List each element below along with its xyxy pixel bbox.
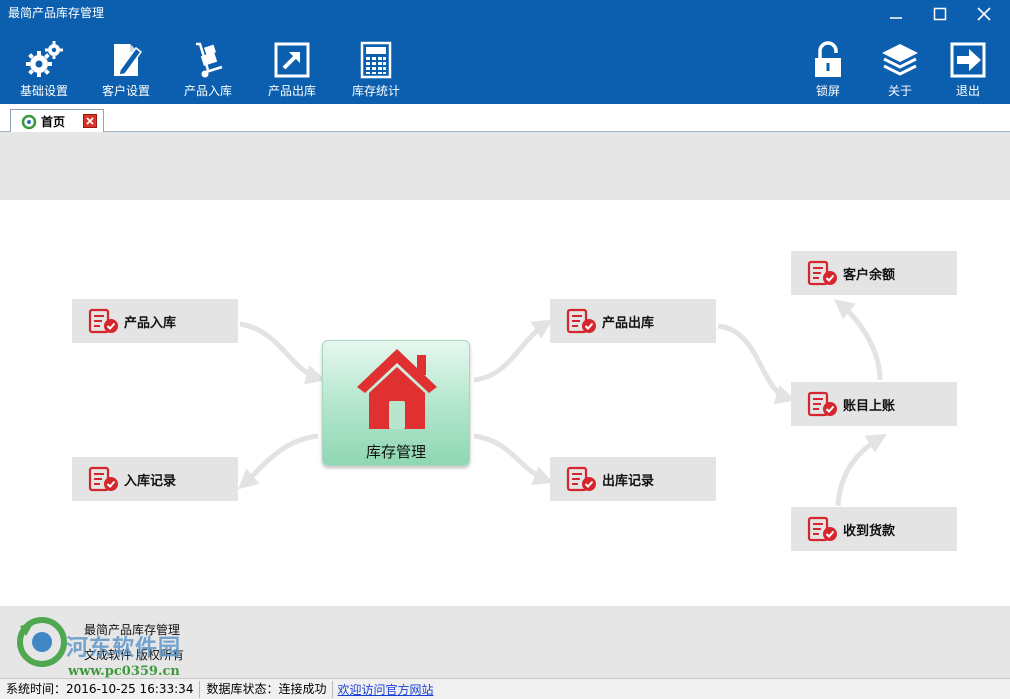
node-ledger[interactable]: 账目上账 <box>791 382 957 426</box>
exit-icon <box>950 42 986 78</box>
status-bar: 系统时间：2016-10-25 16:33:34 数据库状态：连接成功 欢迎访问… <box>0 678 1010 699</box>
maximize-icon <box>933 7 947 21</box>
tab-home[interactable]: 首页 <box>10 109 104 133</box>
header-band <box>0 132 1010 200</box>
toolbar-label: 基础设置 <box>19 84 68 98</box>
checklist-icon <box>807 260 837 286</box>
toolbar-inventory-stats-button[interactable]: 库存统计 <box>340 40 412 100</box>
tab-label: 首页 <box>41 115 66 129</box>
toolbar-label: 产品出库 <box>267 84 316 98</box>
toolbar-label: 客户设置 <box>101 84 150 98</box>
minimize-button[interactable] <box>874 0 918 28</box>
checklist-icon <box>566 466 596 492</box>
layers-icon <box>882 44 918 76</box>
node-label: 产品入库 <box>124 315 177 331</box>
padlock-icon <box>815 41 841 77</box>
node-in-records[interactable]: 入库记录 <box>72 457 238 501</box>
calculator-icon <box>360 41 392 79</box>
watermark-logo-icon <box>17 617 67 667</box>
node-product-out[interactable]: 产品出库 <box>550 299 716 343</box>
hand-truck-icon <box>196 42 223 78</box>
window-title: 最简产品库存管理 <box>8 6 105 20</box>
tab-close-button[interactable] <box>83 114 97 128</box>
footer-band: 最简产品库存管理 文成软件 版权所有 河东软件园 www.pc0359.cn <box>0 606 1010 679</box>
hub-label: 库存管理 <box>365 443 426 461</box>
toolbar-basic-settings-button[interactable]: 基础设置 <box>8 40 80 100</box>
node-label: 收到货款 <box>843 523 896 539</box>
minimize-icon <box>890 17 902 19</box>
node-label: 产品出库 <box>602 315 655 331</box>
toolbar-product-in-button[interactable]: 产品入库 <box>172 40 244 100</box>
checklist-icon <box>88 308 118 334</box>
node-label: 账目上账 <box>843 398 896 414</box>
official-site-link[interactable]: 欢迎访问官方网站 <box>333 681 437 698</box>
tab-close-icon <box>86 117 94 125</box>
close-icon <box>977 7 991 21</box>
node-label: 出库记录 <box>602 473 655 489</box>
close-button[interactable] <box>962 0 1006 28</box>
toolbar-customer-settings-button[interactable]: 客户设置 <box>90 40 162 100</box>
watermark-url: www.pc0359.cn <box>68 664 180 679</box>
home-tab-icon <box>21 114 37 129</box>
toolbar-about-button[interactable]: 关于 <box>864 40 936 100</box>
flow-canvas: 产品入库 入库记录 产品出库 出库记录 客户余额 账目上账 收到货款 库存管理 <box>0 200 1010 606</box>
toolbar-exit-button[interactable]: 退出 <box>932 40 1004 100</box>
toolbar-lock-screen-button[interactable]: 锁屏 <box>792 40 864 100</box>
status-db: 数据库状态：连接成功 <box>200 680 334 698</box>
document-pen-icon <box>114 44 143 76</box>
watermark-text: 河东软件园 <box>66 635 182 661</box>
node-product-in[interactable]: 产品入库 <box>72 299 238 343</box>
toolbar-label: 退出 <box>955 84 980 98</box>
node-out-records[interactable]: 出库记录 <box>550 457 716 501</box>
status-time: 系统时间：2016-10-25 16:33:34 <box>0 680 201 698</box>
export-arrow-icon <box>274 42 310 78</box>
checklist-icon <box>566 308 596 334</box>
checklist-icon <box>807 516 837 542</box>
inventory-management-hub[interactable]: 库存管理 <box>322 340 470 466</box>
checklist-icon <box>88 466 118 492</box>
node-label: 入库记录 <box>124 473 177 489</box>
gears-icon <box>26 41 63 77</box>
toolbar-label: 关于 <box>887 84 912 98</box>
maximize-button[interactable] <box>918 0 962 28</box>
toolbar-label: 库存统计 <box>351 84 400 98</box>
toolbar-product-out-button[interactable]: 产品出库 <box>256 40 328 100</box>
toolbar-label: 锁屏 <box>815 84 840 98</box>
node-label: 客户余额 <box>843 267 896 283</box>
checklist-icon <box>807 391 837 417</box>
toolbar-label: 产品入库 <box>183 84 232 98</box>
tab-strip: 首页 <box>0 104 1010 133</box>
house-icon <box>357 349 437 429</box>
node-receive-payment[interactable]: 收到货款 <box>791 507 957 551</box>
title-toolbar-area: 最简产品库存管理 基础设置 客户设置 产品入库 产品出库 库存统计 锁屏 关于 … <box>0 0 1010 104</box>
node-customer-balance[interactable]: 客户余额 <box>791 251 957 295</box>
